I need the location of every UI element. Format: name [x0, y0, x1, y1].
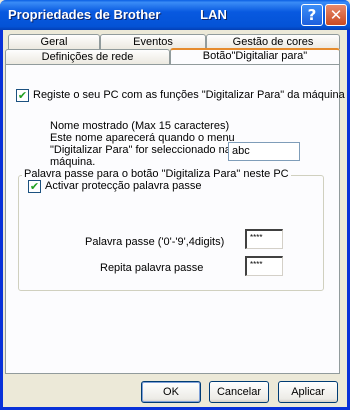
register-checkbox[interactable]: ✔ — [16, 89, 29, 102]
display-name-input[interactable]: abc — [228, 142, 300, 161]
activate-password-checkbox[interactable]: ✔ — [28, 180, 41, 193]
close-button[interactable]: ✕ — [325, 4, 347, 26]
tab-botao-digitalizar-para[interactable]: Botão"Digitaliar para" — [170, 48, 340, 64]
repeat-password-label: Repita palavra passe — [100, 262, 204, 274]
window-title: Propriedades de Brother LAN — [8, 7, 227, 22]
tab-eventos[interactable]: Eventos — [100, 34, 206, 49]
name-description-line: Nome mostrado (Max 15 caracteres) — [50, 120, 230, 132]
activate-password-label: Activar protecção palavra passe — [45, 180, 202, 192]
name-description-line: Este nome aparecerá quando o menu — [50, 132, 235, 144]
cancel-button[interactable]: Cancelar — [209, 381, 269, 403]
close-icon: ✕ — [329, 6, 343, 24]
password-input[interactable]: **** — [245, 229, 283, 249]
title-bar[interactable]: Propriedades de Brother LAN ? ✕ — [0, 0, 350, 30]
password-label: Palavra passe ('0'-'9',4digits) — [85, 236, 225, 248]
tab-definicoes-de-rede[interactable]: Definições de rede — [5, 49, 170, 64]
name-description: Nome mostrado (Max 15 caracteres) Este n… — [50, 120, 235, 168]
tab-gestao-de-cores[interactable]: Gestão de cores — [206, 34, 340, 49]
password-group-title: Palavra passe para o botão "Digitaliza P… — [22, 168, 291, 180]
register-label: Registe o seu PC com as funções "Digital… — [33, 89, 345, 101]
ok-button[interactable]: OK — [141, 381, 201, 403]
tab-geral[interactable]: Geral — [8, 34, 100, 49]
check-icon: ✔ — [29, 180, 40, 193]
repeat-password-input[interactable]: **** — [245, 256, 283, 276]
name-description-line: máquina. — [50, 156, 96, 168]
help-icon: ? — [307, 6, 317, 24]
check-icon: ✔ — [17, 89, 28, 102]
name-description-line: "Digitalizar Para" for seleccionado na — [50, 144, 231, 156]
help-button[interactable]: ? — [301, 4, 323, 26]
apply-button[interactable]: Aplicar — [278, 381, 338, 403]
